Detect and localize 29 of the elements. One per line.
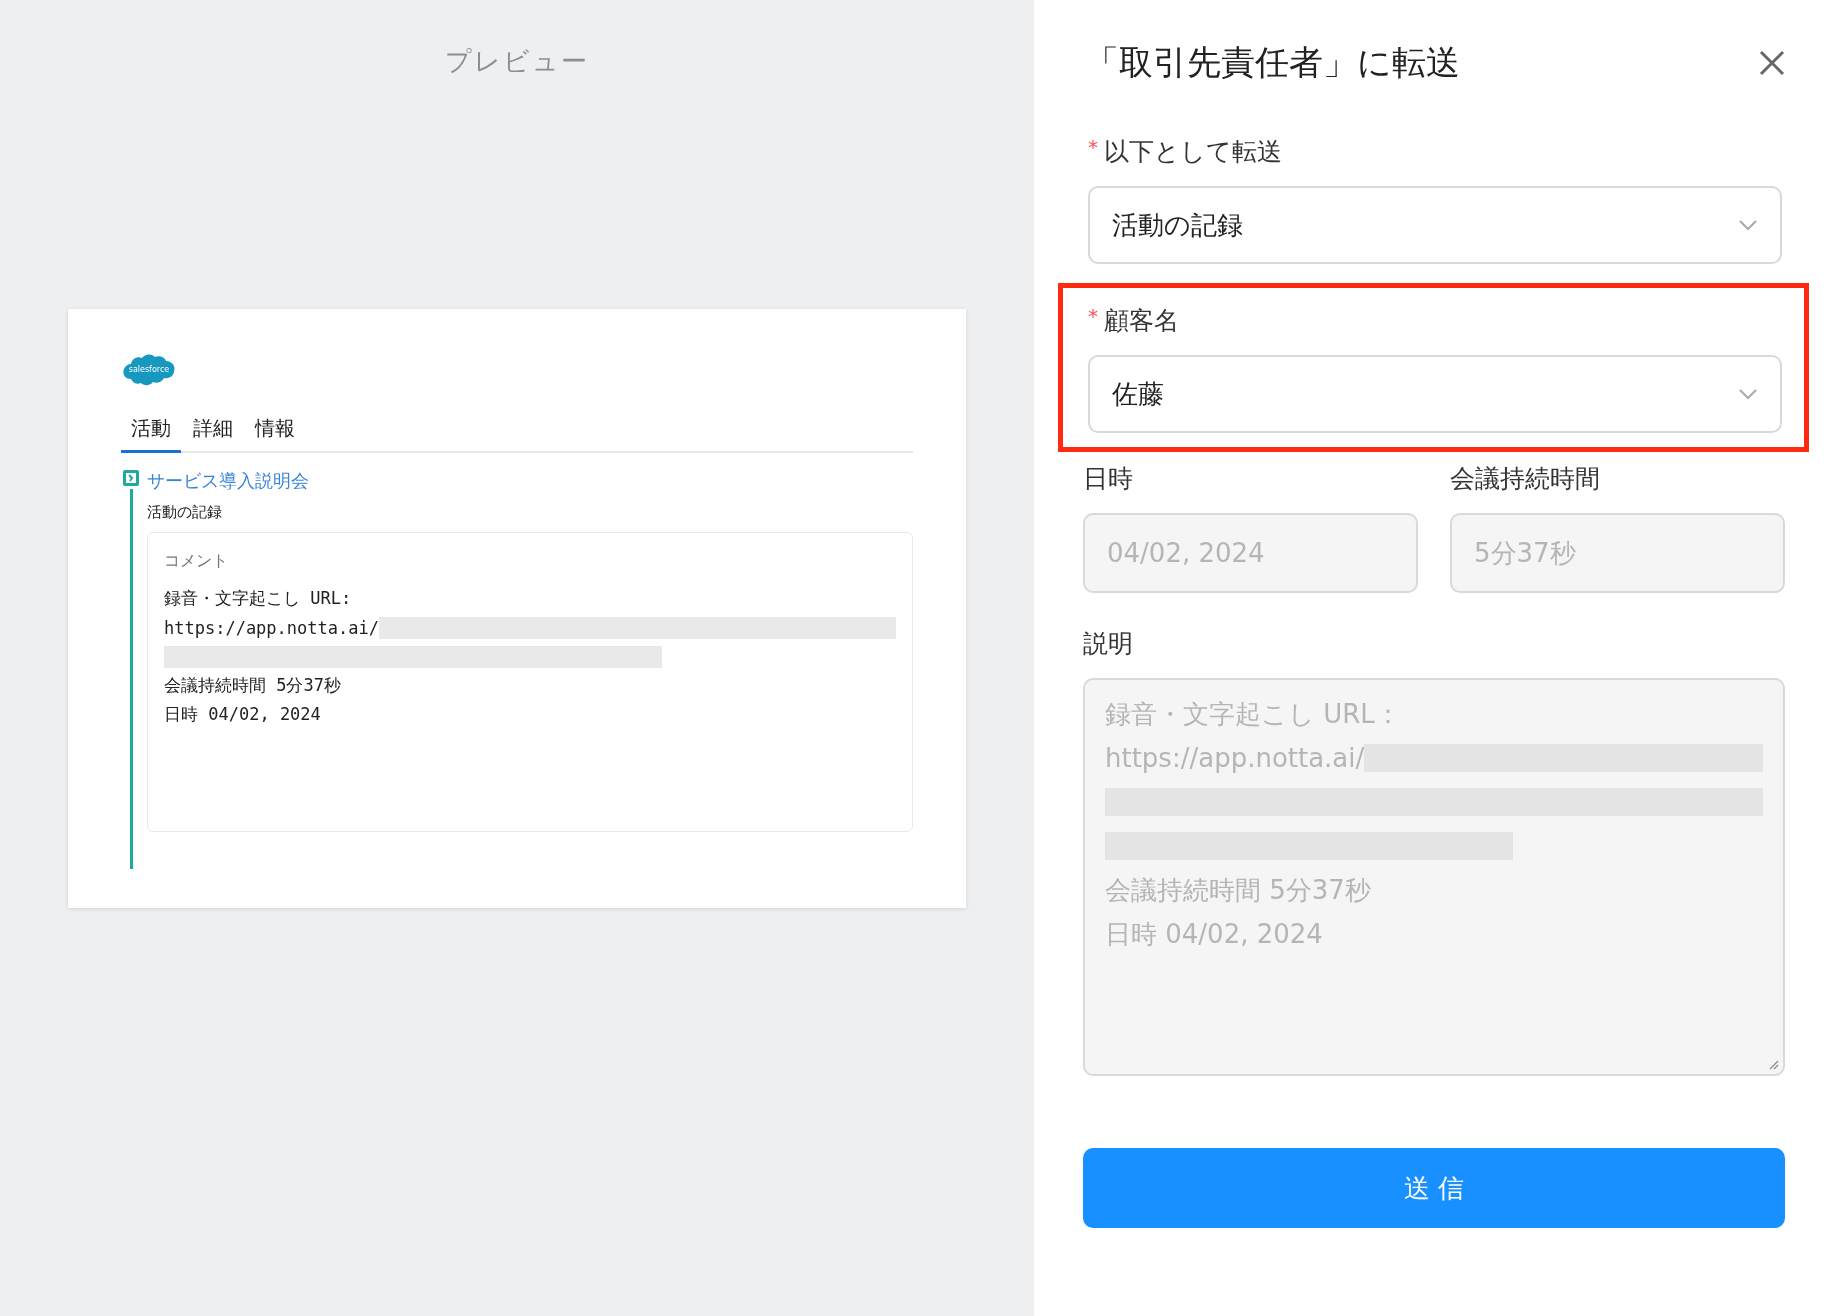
task-icon xyxy=(122,469,140,487)
comment-text: 日時 04/02, 2024 xyxy=(1105,917,1323,951)
field-label: 顧客名 xyxy=(1104,305,1179,337)
url-text: https://app.notta.ai/ xyxy=(1105,743,1365,773)
required-mark: * xyxy=(1088,135,1098,159)
field-label: 会議持続時間 xyxy=(1450,463,1600,495)
comment-text: 録音・文字起こし URL： xyxy=(1105,697,1401,731)
panel-title: 「取引先責任者」に転送 xyxy=(1085,41,1460,84)
field-label: 説明 xyxy=(1083,628,1133,660)
field-label: 日時 xyxy=(1083,463,1133,495)
comment-text: 録音・文字起こし URL: xyxy=(164,587,352,610)
comment-text: 日時 04/02, 2024 xyxy=(164,703,321,726)
select-field[interactable]: 佐藤 xyxy=(1088,355,1782,433)
chevron-down-icon xyxy=(1738,219,1758,231)
tab[interactable]: 詳細 xyxy=(191,411,243,453)
activity-link[interactable]: サービス導入説明会 xyxy=(147,469,913,493)
comment-text: 会議持続時間 5分37秒 xyxy=(164,674,341,697)
close-icon[interactable] xyxy=(1759,50,1785,76)
comment-heading: コメント xyxy=(164,551,229,572)
tab[interactable]: 活動 xyxy=(121,411,181,453)
tab[interactable]: 情報 xyxy=(253,411,305,453)
chevron-down-icon xyxy=(1738,388,1758,400)
url-text: https://app.notta.ai/ xyxy=(164,617,379,638)
select-field[interactable]: 活動の記録 xyxy=(1088,186,1782,264)
required-mark: * xyxy=(1088,304,1098,328)
comment-text: 会議持続時間 5分37秒 xyxy=(1105,873,1371,907)
activity-type: 活動の記録 xyxy=(147,503,223,522)
preview-title: プレビュー xyxy=(445,45,589,78)
field-label: 以下として転送 xyxy=(1104,136,1282,168)
